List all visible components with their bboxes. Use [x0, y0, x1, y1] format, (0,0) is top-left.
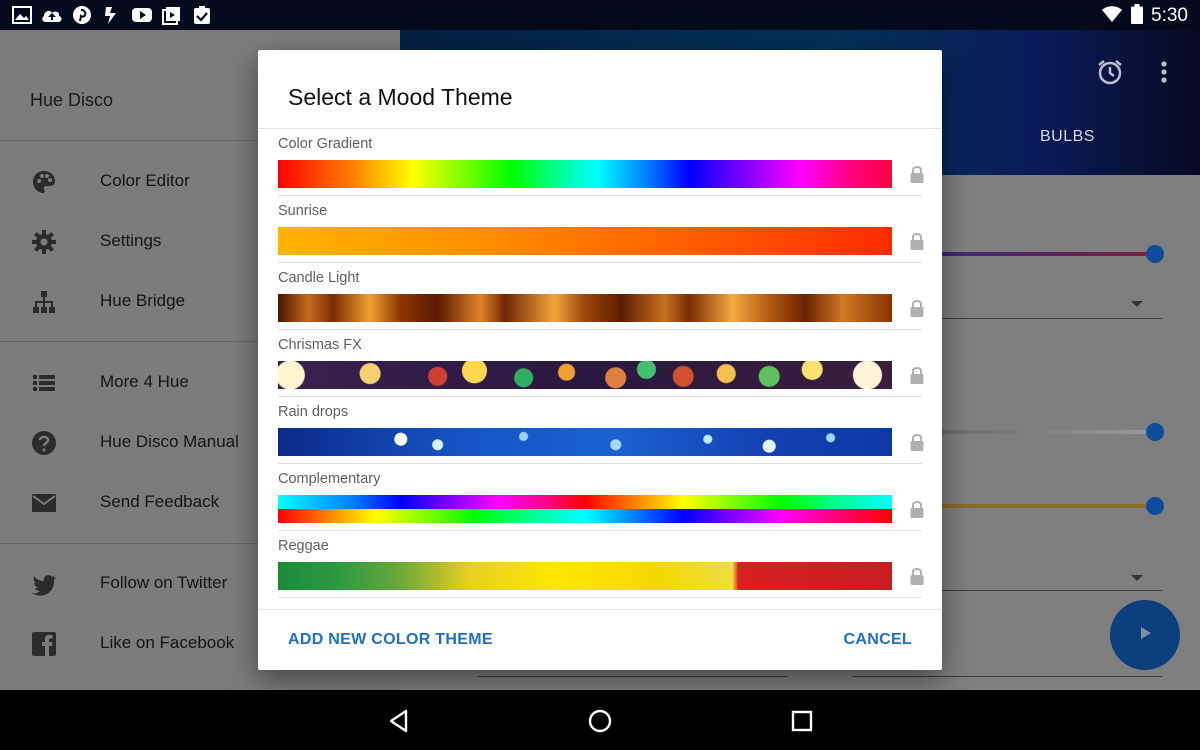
- recents-icon[interactable]: [789, 708, 815, 734]
- theme-name: Sunrise: [278, 203, 328, 219]
- theme-item-sunrise[interactable]: Sunrise: [278, 196, 925, 263]
- status-bar: 5:30: [0, 0, 1200, 30]
- theme-name: Reggae: [278, 538, 329, 554]
- facebook-icon: [30, 630, 58, 658]
- pinterest-icon: [70, 4, 94, 26]
- dialog-title: Select a Mood Theme: [288, 84, 513, 110]
- dropdown-underline: [940, 318, 1162, 319]
- theme-list[interactable]: Color Gradient Sunrise Candle Light Chri…: [258, 128, 942, 610]
- lock-icon: [909, 432, 925, 452]
- theme-preview: [278, 294, 892, 322]
- back-icon[interactable]: [386, 708, 412, 734]
- theme-item-candle-light[interactable]: Candle Light: [278, 263, 925, 330]
- theme-name: Chrismas FX: [278, 337, 362, 353]
- dropdown-arrow-icon[interactable]: [1131, 575, 1143, 581]
- network-icon: [30, 288, 58, 316]
- play-button[interactable]: [1110, 600, 1180, 670]
- home-icon[interactable]: [587, 708, 613, 734]
- notification-icons: [10, 4, 214, 26]
- cancel-button[interactable]: CANCEL: [844, 631, 912, 649]
- dropdown-arrow-icon[interactable]: [1131, 301, 1143, 307]
- bolt-icon: [100, 4, 124, 26]
- slider-track: [940, 504, 1150, 508]
- tab-bulbs[interactable]: BULBS: [1040, 128, 1095, 146]
- dropdown-underline: [940, 590, 1162, 591]
- lock-icon: [909, 298, 925, 318]
- drawer-item-label: Settings: [100, 231, 162, 250]
- cloud-upload-icon: [40, 4, 64, 26]
- palette-icon: [30, 168, 58, 196]
- drawer-item-label: Like on Facebook: [100, 633, 235, 652]
- theme-item-chrismas-fx[interactable]: Chrismas FX: [278, 330, 925, 397]
- theme-name: Candle Light: [278, 270, 360, 286]
- drawer-item-label: More 4 Hue: [100, 372, 189, 391]
- theme-preview: [278, 160, 892, 188]
- lock-icon: [909, 231, 925, 251]
- lock-icon: [909, 566, 925, 586]
- theme-name: Rain drops: [278, 404, 349, 420]
- gallery-icon: [160, 4, 184, 26]
- play-icon: [1135, 623, 1155, 647]
- drawer-item-label: Send Feedback: [100, 492, 220, 511]
- drawer-item-label: Hue Disco Manual: [100, 432, 239, 451]
- more-vert-icon[interactable]: [1150, 58, 1178, 86]
- theme-item-rain-drops[interactable]: Rain drops: [278, 397, 925, 464]
- add-new-color-theme-button[interactable]: ADD NEW COLOR THEME: [288, 631, 493, 649]
- slider-thumb[interactable]: [1146, 497, 1164, 515]
- mood-theme-dialog: Select a Mood Theme Color Gradient Sunri…: [258, 50, 942, 670]
- drawer-header: Hue Disco: [30, 90, 114, 110]
- lock-icon: [909, 499, 925, 519]
- clock: 5:30: [1151, 5, 1188, 26]
- wifi-icon: [1101, 5, 1123, 27]
- theme-name: Complementary: [278, 471, 381, 487]
- clipboard-check-icon: [190, 4, 214, 26]
- slider-track: [940, 430, 1150, 434]
- theme-name: Color Gradient: [278, 136, 373, 152]
- battery-icon: [1131, 4, 1144, 28]
- system-status: 5:30: [1101, 4, 1188, 28]
- twitter-icon: [30, 570, 58, 598]
- theme-item-complementary[interactable]: Complementary: [278, 464, 925, 531]
- theme-preview: [278, 428, 892, 456]
- drawer-item-label: Follow on Twitter: [100, 573, 228, 592]
- lock-icon: [909, 365, 925, 385]
- list-icon: [30, 369, 58, 397]
- mail-icon: [30, 489, 58, 517]
- drawer-item-label: Color Editor: [100, 171, 190, 190]
- theme-preview: [278, 495, 892, 523]
- theme-preview: [278, 562, 892, 590]
- theme-preview: [278, 361, 892, 389]
- field-underline: [478, 676, 788, 677]
- dialog-actions: ADD NEW COLOR THEME CANCEL: [258, 610, 942, 670]
- theme-item-color-gradient[interactable]: Color Gradient: [278, 129, 925, 196]
- slider-track: [940, 252, 1155, 256]
- image-icon: [10, 4, 34, 26]
- field-underline: [852, 676, 1162, 677]
- gear-icon: [30, 228, 58, 256]
- navigation-bar: [0, 690, 1200, 750]
- alarm-icon[interactable]: [1096, 58, 1124, 86]
- theme-item-reggae[interactable]: Reggae: [278, 531, 925, 598]
- slider-thumb[interactable]: [1146, 423, 1164, 441]
- theme-preview: [278, 227, 892, 255]
- slider-thumb[interactable]: [1146, 245, 1164, 263]
- help-icon: [30, 429, 58, 457]
- youtube-icon: [130, 4, 154, 26]
- lock-icon: [909, 164, 925, 184]
- drawer-item-label: Hue Bridge: [100, 291, 186, 310]
